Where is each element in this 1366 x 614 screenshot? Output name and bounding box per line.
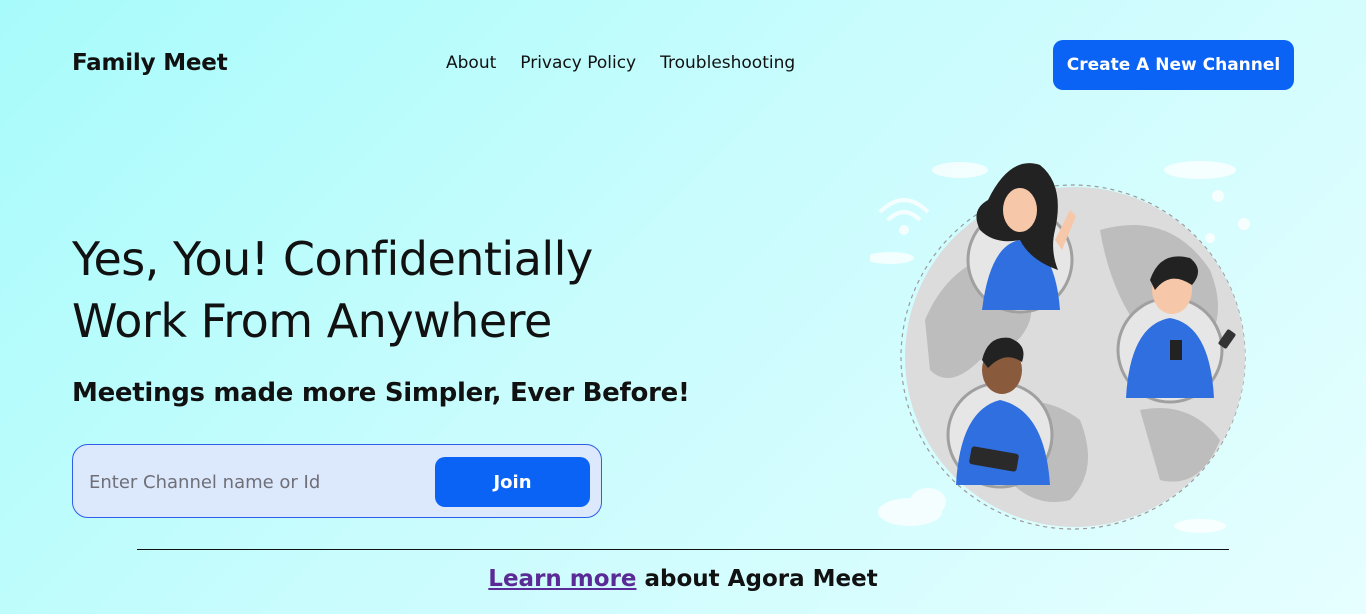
brand-logo[interactable]: Family Meet [72,50,228,76]
main-nav: About Privacy Policy Troubleshooting [446,53,795,73]
hero-headline: Yes, You! Confidentially Work From Anywh… [72,228,772,352]
channel-input[interactable] [87,459,421,505]
headline-line-2: Work From Anywhere [72,294,552,348]
join-button[interactable]: Join [435,457,590,507]
footer-rest-text: about Agora Meet [636,566,878,592]
remote-meeting-illustration [870,161,1250,533]
learn-more-link[interactable]: Learn more [488,566,636,592]
footer-text: Learn more about Agora Meet [0,566,1366,592]
wifi-icon [878,198,930,235]
headline-line-1: Yes, You! Confidentially [72,232,593,286]
nav-troubleshooting[interactable]: Troubleshooting [660,53,795,73]
section-divider [137,549,1229,550]
share-icon [1205,190,1250,243]
hero-subheadline: Meetings made more Simpler, Ever Before! [72,378,690,408]
nav-about[interactable]: About [446,53,496,73]
join-form: Join [72,444,602,518]
create-channel-button[interactable]: Create A New Channel [1053,40,1294,90]
nav-privacy-policy[interactable]: Privacy Policy [520,53,636,73]
